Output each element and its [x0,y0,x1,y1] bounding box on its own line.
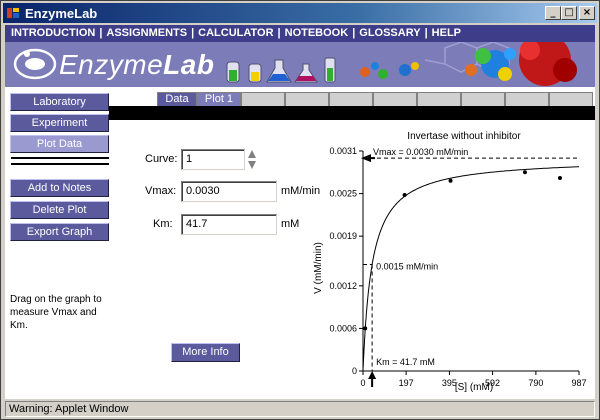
tab-empty[interactable] [285,92,329,106]
tab-row: Data Plot 1 [109,92,595,106]
tab-data[interactable]: Data [157,92,197,106]
km-unit: mM [281,218,300,230]
x-tick-label: 790 [528,378,543,388]
close-button[interactable]: × [579,6,595,20]
vmax-label: Vmax: [145,185,177,197]
divider [11,163,109,165]
menu-notebook[interactable]: NOTEBOOK [285,27,349,39]
applet-window: EnzymeLab _ □ × INTRODUCTION | ASSIGNMENTS… [0,0,600,420]
minimize-button[interactable]: _ [545,6,561,20]
y-tick-label: 0.0031 [329,146,357,156]
tab-empty[interactable] [373,92,417,106]
menu-calculator[interactable]: CALCULATOR [198,27,273,39]
tab-bar-strip [109,106,595,120]
status-bar: Warning: Applet Window [5,401,595,417]
data-point [448,178,453,183]
data-point [402,193,407,197]
half-vmax-annotation: 0.0015 mM/min [376,262,438,272]
tab-empty[interactable] [461,92,505,106]
y-tick-label: 0.0019 [329,231,357,241]
tab-empty[interactable] [417,92,461,106]
y-tick-label: 0.0006 [329,323,357,333]
km-field[interactable]: 41.7 [181,214,277,235]
km-annotation: Km = 41.7 mM [376,357,435,367]
maximize-button[interactable]: □ [561,6,577,20]
app-icon [7,8,19,18]
data-point [522,170,527,175]
menu-glossary[interactable]: GLOSSARY [359,27,420,39]
help-text: Drag on the graph to measure Vmax and Km… [10,294,102,331]
vmax-annotation: Vmax = 0.0030 mM/min [373,147,468,157]
y-tick-label: 0.0012 [329,281,357,291]
x-axis-label: [S] (mM) [455,382,493,393]
km-label: Km: [153,218,173,230]
menu-separator: | [352,27,356,39]
tab-empty[interactable] [329,92,373,106]
menu-separator: | [191,27,195,39]
export-graph-button[interactable]: Export Graph [10,223,109,241]
experiment-button[interactable]: Experiment [10,114,109,132]
tab-empty[interactable] [241,92,285,106]
y-tick-label: 0.0025 [329,189,357,199]
laboratory-button[interactable]: Laboratory [10,93,109,111]
enzymelab-logo: EnzymeLab [59,49,215,80]
banner: EnzymeLab [5,42,595,87]
divider [11,157,109,159]
delete-plot-button[interactable]: Delete Plot [10,201,109,219]
y-tick-label: 0 [352,366,357,376]
tab-plot-1[interactable]: Plot 1 [197,92,241,106]
chart-title: Invertase without inhibitor [407,131,521,142]
menu-assignments[interactable]: ASSIGNMENTS [106,27,187,39]
data-point [363,326,368,331]
plot-data-button[interactable]: Plot Data [10,135,109,153]
more-info-button[interactable]: More Info [171,343,240,362]
menu-separator: | [424,27,428,39]
menu-introduction[interactable]: INTRODUCTION [11,27,95,39]
data-point [557,175,562,180]
title-bar[interactable]: EnzymeLab _ □ × [3,3,597,23]
vmax-field[interactable]: 0.0030 [181,181,277,202]
main-content: Laboratory Experiment Plot Data Add to N… [5,87,595,399]
curve-spinner-icon[interactable] [247,149,257,170]
y-axis-label: V (mM/min) [313,242,324,294]
x-tick-label: 987 [571,378,586,388]
x-tick-label: 197 [399,378,414,388]
tab-empty[interactable] [505,92,549,106]
menu-separator: | [99,27,103,39]
tab-empty[interactable] [549,92,593,106]
menu-separator: | [277,27,281,39]
window-title: EnzymeLab [25,6,98,21]
curve-label: Curve: [145,153,178,165]
enzyme-kinetics-plot[interactable]: Invertase without inhibitor 0 197 395 592 79… [301,125,591,395]
menu-help[interactable]: HELP [432,27,461,39]
menu-bar: INTRODUCTION | ASSIGNMENTS | CALCULATOR | NOTE… [5,25,595,42]
curve-field[interactable]: 1 [181,149,245,170]
x-tick-label: 0 [360,378,365,388]
add-to-notes-button[interactable]: Add to Notes [10,179,109,197]
